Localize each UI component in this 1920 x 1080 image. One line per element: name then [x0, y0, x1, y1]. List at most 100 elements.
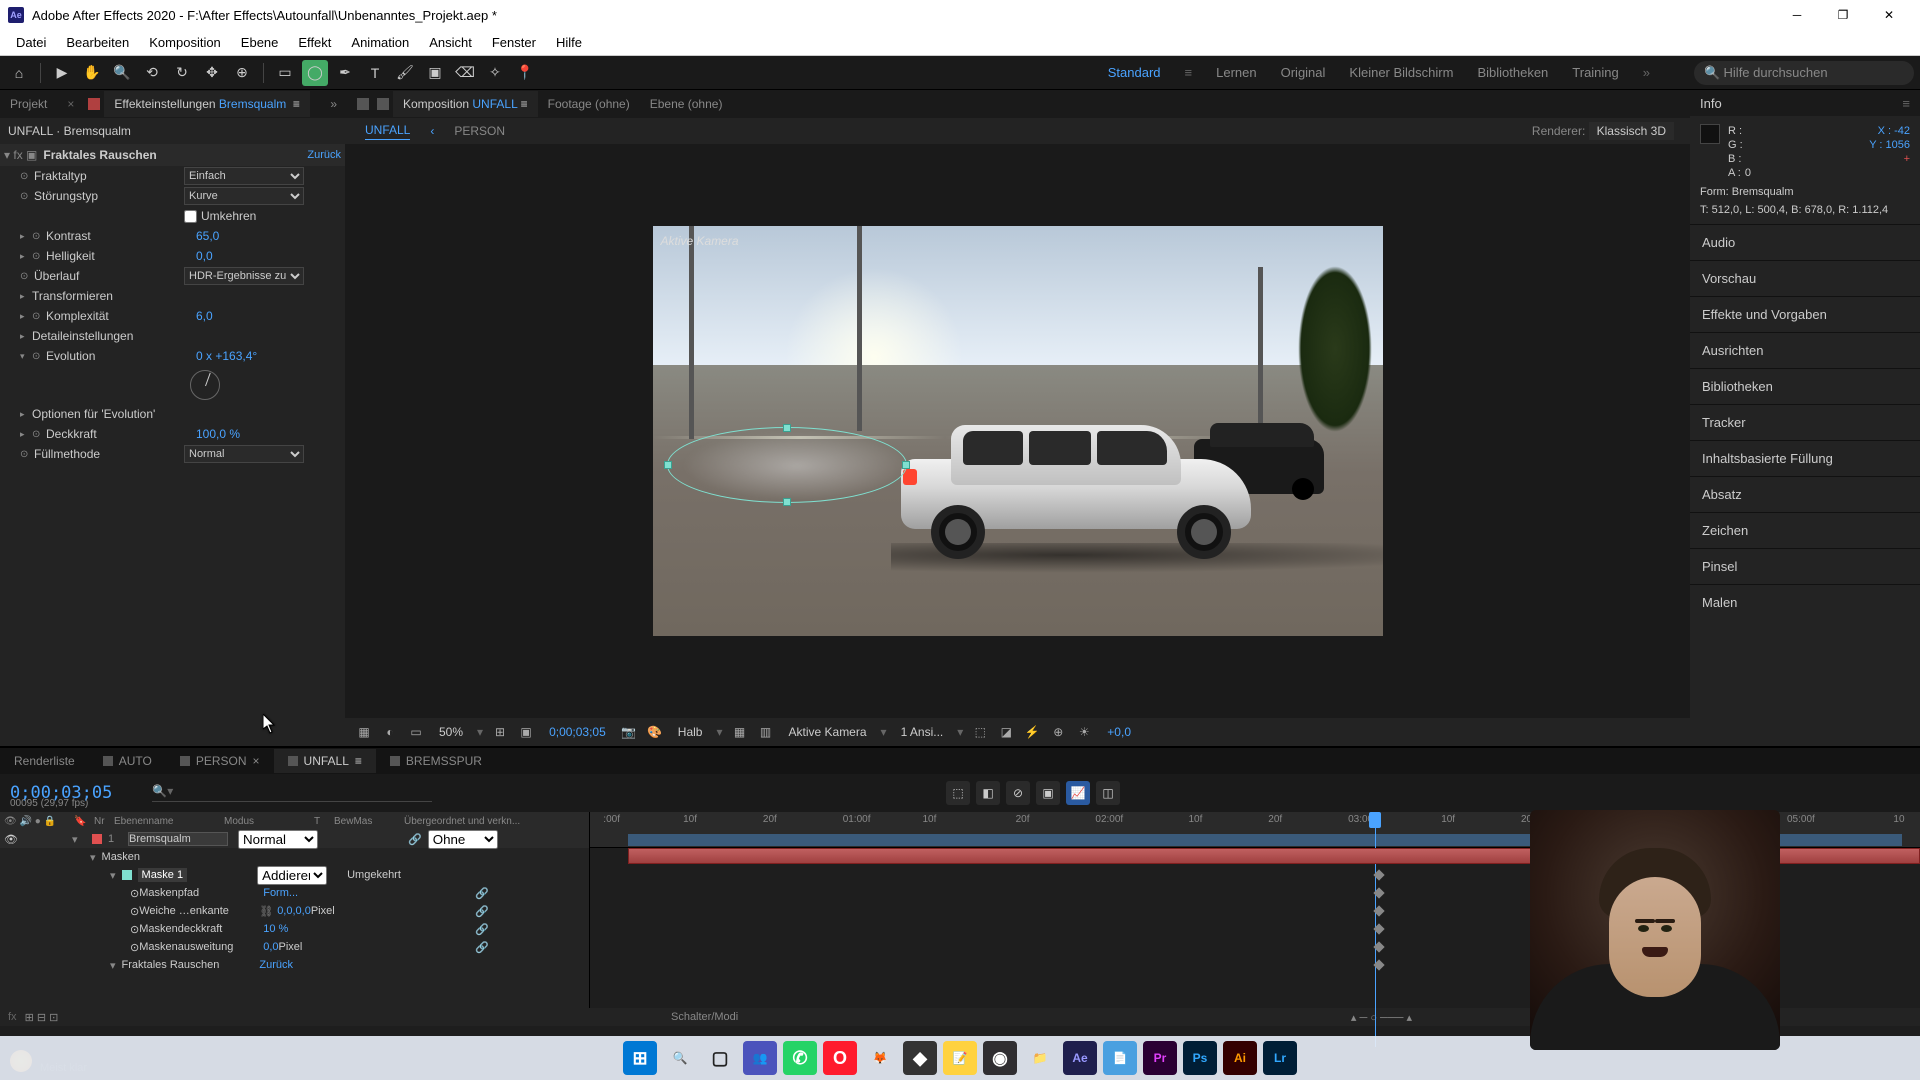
taskbar-teams-icon[interactable]: 👥 — [743, 1041, 777, 1075]
menu-fenster[interactable]: Fenster — [482, 31, 546, 54]
stopwatch-icon[interactable]: ⊙ — [130, 905, 139, 918]
flowchart-person[interactable]: PERSON — [454, 124, 505, 138]
viewer-timecode[interactable]: 0;00;03;05 — [543, 723, 612, 741]
roi-icon[interactable]: ▣ — [517, 723, 535, 741]
link-icon[interactable]: ⛓ — [259, 905, 273, 918]
stopwatch-icon[interactable]: ⊙ — [130, 923, 139, 936]
hand-tool-icon[interactable]: ✋ — [79, 60, 105, 86]
workspace-overflow-icon[interactable]: » — [1643, 65, 1650, 80]
stopwatch-icon[interactable]: ⊙ — [32, 251, 46, 262]
fuell-select[interactable]: Normal — [184, 445, 304, 463]
taskbar-premiere-icon[interactable]: Pr — [1143, 1041, 1177, 1075]
selection-tool-icon[interactable]: ▶ — [49, 60, 75, 86]
stopwatch-icon[interactable]: ⊙ — [20, 271, 34, 282]
exposure-value[interactable]: +0,0 — [1101, 723, 1137, 741]
stopwatch-icon[interactable]: ⊙ — [32, 429, 46, 440]
guides-icon[interactable]: ▥ — [757, 723, 775, 741]
zoom-tool-icon[interactable]: 🔍 — [109, 60, 135, 86]
help-search[interactable]: 🔍 Hilfe durchsuchen — [1694, 61, 1914, 85]
mask-1-row[interactable]: ▾ Maske 1 Addieren Umgekehrt — [0, 866, 589, 884]
section-audio[interactable]: Audio — [1690, 224, 1920, 260]
taskbar-firefox-icon[interactable]: 🦊 — [863, 1041, 897, 1075]
taskbar-notes-icon[interactable]: 📝 — [943, 1041, 977, 1075]
stopwatch-icon[interactable]: ⊙ — [20, 191, 34, 202]
section-bibliotheken[interactable]: Bibliotheken — [1690, 368, 1920, 404]
section-absatz[interactable]: Absatz — [1690, 476, 1920, 512]
tab-projekt[interactable]: Projekt — [0, 91, 57, 117]
mask-shape[interactable] — [667, 427, 907, 503]
menu-datei[interactable]: Datei — [6, 31, 56, 54]
puppet-tool-icon[interactable]: 📍 — [512, 60, 538, 86]
workspace-standard[interactable]: Standard — [1108, 65, 1161, 80]
taskbar-search-icon[interactable]: 🔍 — [663, 1041, 697, 1075]
close-button[interactable]: ✕ — [1866, 0, 1912, 30]
workspace-training[interactable]: Training — [1572, 65, 1618, 80]
stopwatch-icon[interactable]: ⊙ — [20, 171, 34, 182]
composition-viewer[interactable]: Aktive Kamera — [345, 144, 1690, 718]
taskbar-explorer-icon[interactable]: 📁 — [1023, 1041, 1057, 1075]
channel-icon[interactable]: 🎨 — [646, 723, 664, 741]
eye-icon[interactable]: 👁 — [4, 833, 18, 846]
menu-ebene[interactable]: Ebene — [231, 31, 289, 54]
maximize-button[interactable]: ❐ — [1820, 0, 1866, 30]
draft3d-icon[interactable]: ◪ — [997, 723, 1015, 741]
panel-menu-icon[interactable]: ≡ — [1902, 96, 1910, 111]
orbit-tool-icon[interactable]: ⟲ — [139, 60, 165, 86]
parent-pickwhip-icon[interactable]: 🔗 — [408, 833, 422, 846]
section-effekte[interactable]: Effekte und Vorgaben — [1690, 296, 1920, 332]
tab-close-icon[interactable]: × — [57, 91, 84, 117]
workspace-original[interactable]: Original — [1281, 65, 1326, 80]
section-ausrichten[interactable]: Ausrichten — [1690, 332, 1920, 368]
flowchart-unfall[interactable]: UNFALL — [365, 123, 410, 140]
resolution-select[interactable]: Halb — [672, 723, 709, 741]
taskbar-obs-icon[interactable]: ◉ — [983, 1041, 1017, 1075]
anchor-tool-icon[interactable]: ⊕ — [229, 60, 255, 86]
mask-icon[interactable]: ▭ — [407, 723, 425, 741]
ueberlauf-select[interactable]: HDR-Ergebnisse zulasse — [184, 267, 304, 285]
stopwatch-icon[interactable]: ⊙ — [130, 887, 139, 900]
section-fuellung[interactable]: Inhaltsbasierte Füllung — [1690, 440, 1920, 476]
evolution-dial[interactable] — [190, 370, 220, 400]
taskbar-lightroom-icon[interactable]: Lr — [1263, 1041, 1297, 1075]
mask-path-row[interactable]: ⊙MaskenpfadForm...🔗 — [0, 884, 589, 902]
fast-preview-icon[interactable]: ⚡ — [1023, 723, 1041, 741]
menu-ansicht[interactable]: Ansicht — [419, 31, 482, 54]
menu-animation[interactable]: Animation — [341, 31, 419, 54]
tab-effect-controls[interactable]: Effekteinstellungen Bremsqualm ≡ — [104, 91, 310, 117]
stopwatch-icon[interactable]: ⊙ — [20, 449, 34, 460]
menu-komposition[interactable]: Komposition — [139, 31, 231, 54]
renderer-select[interactable]: Klassisch 3D — [1589, 122, 1674, 140]
3d-icon[interactable]: ⬚ — [971, 723, 989, 741]
layer-mode-select[interactable]: Normal — [238, 830, 318, 849]
stopwatch-icon[interactable]: ⊙ — [32, 351, 46, 362]
helligkeit-value[interactable]: 0,0 — [196, 249, 213, 263]
resolution-icon[interactable]: ⊞ — [491, 723, 509, 741]
tl-tab-unfall[interactable]: UNFALL ≡ — [274, 749, 376, 773]
masks-group[interactable]: ▾Masken — [0, 848, 589, 866]
workspace-bibliotheken[interactable]: Bibliotheken — [1477, 65, 1548, 80]
effect-header[interactable]: ▾ fx ▣ Fraktales Rauschen Zurück — [0, 144, 345, 166]
layer-name-input[interactable] — [128, 832, 228, 846]
panel-overflow-icon[interactable]: » — [322, 97, 345, 111]
workspace-kleiner[interactable]: Kleiner Bildschirm — [1349, 65, 1453, 80]
tl-icon-3[interactable]: ⊘ — [1006, 781, 1030, 805]
parent-select[interactable]: Ohne — [428, 830, 498, 849]
clone-tool-icon[interactable]: ▣ — [422, 60, 448, 86]
taskbar-app-icon[interactable]: ◆ — [903, 1041, 937, 1075]
tab-layer[interactable]: Ebene (ohne) — [640, 91, 733, 117]
menu-bearbeiten[interactable]: Bearbeiten — [56, 31, 139, 54]
layer-row-1[interactable]: 👁 ▾ 1 Normal 🔗 Ohne — [0, 830, 589, 848]
tl-icon-1[interactable]: ⬚ — [946, 781, 970, 805]
camera-tool-icon[interactable]: ✥ — [199, 60, 225, 86]
mask-opacity-row[interactable]: ⊙Maskendeckkraft10 %🔗 — [0, 920, 589, 938]
section-pinsel[interactable]: Pinsel — [1690, 548, 1920, 584]
pen-tool-icon[interactable]: ✒ — [332, 60, 358, 86]
evolution-value[interactable]: 0 x +163,4° — [196, 349, 257, 363]
tl-tab-renderliste[interactable]: Renderliste — [0, 749, 89, 773]
zoom-slider[interactable]: ▴ ─ ○ ─── ▴ — [1351, 1011, 1412, 1024]
workspace-lernen[interactable]: Lernen — [1216, 65, 1256, 80]
flowchart-back-icon[interactable]: ‹ — [430, 124, 434, 138]
mask-feather-row[interactable]: ⊙Weiche …enkante⛓0,0,0,0 Pixel🔗 — [0, 902, 589, 920]
fx-group-row[interactable]: ▾Fraktales RauschenZurück — [0, 956, 589, 974]
menu-hilfe[interactable]: Hilfe — [546, 31, 592, 54]
